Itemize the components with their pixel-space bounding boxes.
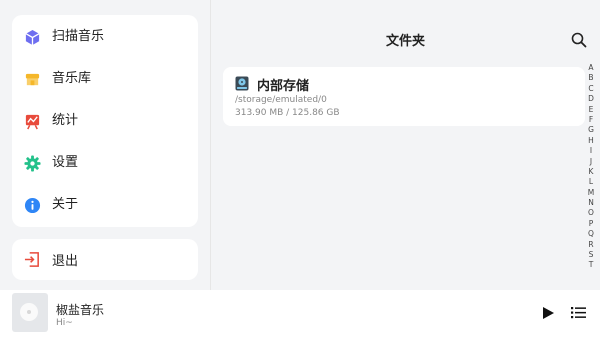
sidebar-menu: 扫描音乐 音乐库 统计 设置 关于 xyxy=(12,15,198,227)
storage-size: 313.90 MB / 125.86 GB xyxy=(235,108,340,118)
alphabet-letter[interactable]: A xyxy=(584,63,598,73)
alphabet-letter[interactable]: C xyxy=(584,84,598,94)
alphabet-letter[interactable]: G xyxy=(584,125,598,135)
mini-player[interactable]: 椒盐音乐 Hi~ xyxy=(0,290,600,338)
alphabet-letter[interactable]: I xyxy=(584,146,598,156)
main-panel: 文件夹 内部存储 /storage/emulated/0 313.90 MB /… xyxy=(211,0,600,290)
hard-drive-icon xyxy=(235,76,249,91)
sidebar-item-about[interactable]: 关于 xyxy=(12,185,198,225)
alphabet-letter[interactable]: F xyxy=(584,115,598,125)
alphabet-letter[interactable]: Q xyxy=(584,229,598,239)
alphabet-letter[interactable]: L xyxy=(584,177,598,187)
alphabet-index[interactable]: ABCDEFGHIJKLMNOPQRST xyxy=(584,63,598,271)
alphabet-letter[interactable]: H xyxy=(584,136,598,146)
sidebar-item-label: 音乐库 xyxy=(52,71,92,86)
sidebar-item-label: 扫描音乐 xyxy=(52,29,105,44)
play-icon[interactable] xyxy=(541,306,555,320)
exit-button[interactable]: 退出 xyxy=(12,239,198,280)
player-subtitle: Hi~ xyxy=(56,318,73,328)
alphabet-letter[interactable]: S xyxy=(584,250,598,260)
stats-chart-icon xyxy=(25,114,40,130)
alphabet-letter[interactable]: T xyxy=(584,260,598,270)
library-store-icon xyxy=(25,73,40,86)
exit-icon xyxy=(24,252,39,267)
alphabet-letter[interactable]: J xyxy=(584,157,598,167)
sidebar-item-settings[interactable]: 设置 xyxy=(12,143,198,183)
folder-item-internal-storage[interactable]: 内部存储 /storage/emulated/0 313.90 MB / 125… xyxy=(223,67,585,126)
info-icon xyxy=(24,197,41,214)
alphabet-letter[interactable]: D xyxy=(584,94,598,104)
alphabet-letter[interactable]: E xyxy=(584,105,598,115)
playlist-icon[interactable] xyxy=(571,306,586,319)
storage-path: /storage/emulated/0 xyxy=(235,95,327,105)
alphabet-letter[interactable]: K xyxy=(584,167,598,177)
sidebar-item-music-library[interactable]: 音乐库 xyxy=(12,59,198,99)
sidebar-item-label: 设置 xyxy=(52,155,79,170)
scan-cube-icon xyxy=(25,29,40,46)
search-icon[interactable] xyxy=(571,32,587,48)
alphabet-letter[interactable]: R xyxy=(584,240,598,250)
page-title: 文件夹 xyxy=(385,34,425,49)
sidebar-item-stats[interactable]: 统计 xyxy=(12,101,198,141)
gear-icon xyxy=(24,155,41,172)
exit-label: 退出 xyxy=(52,254,79,269)
alphabet-letter[interactable]: P xyxy=(584,219,598,229)
sidebar-item-label: 关于 xyxy=(52,197,79,212)
player-title: 椒盐音乐 xyxy=(56,303,105,317)
sidebar-item-scan-music[interactable]: 扫描音乐 xyxy=(12,17,198,57)
alphabet-letter[interactable]: M xyxy=(584,188,598,198)
alphabet-letter[interactable]: B xyxy=(584,73,598,83)
alphabet-letter[interactable]: N xyxy=(584,198,598,208)
storage-name: 内部存储 xyxy=(257,79,310,94)
alphabet-letter[interactable]: O xyxy=(584,208,598,218)
sidebar-item-label: 统计 xyxy=(52,113,79,128)
disc-hole xyxy=(27,310,31,314)
sidebar: 扫描音乐 音乐库 统计 设置 关于 退出 xyxy=(0,0,211,290)
album-art xyxy=(12,293,48,332)
